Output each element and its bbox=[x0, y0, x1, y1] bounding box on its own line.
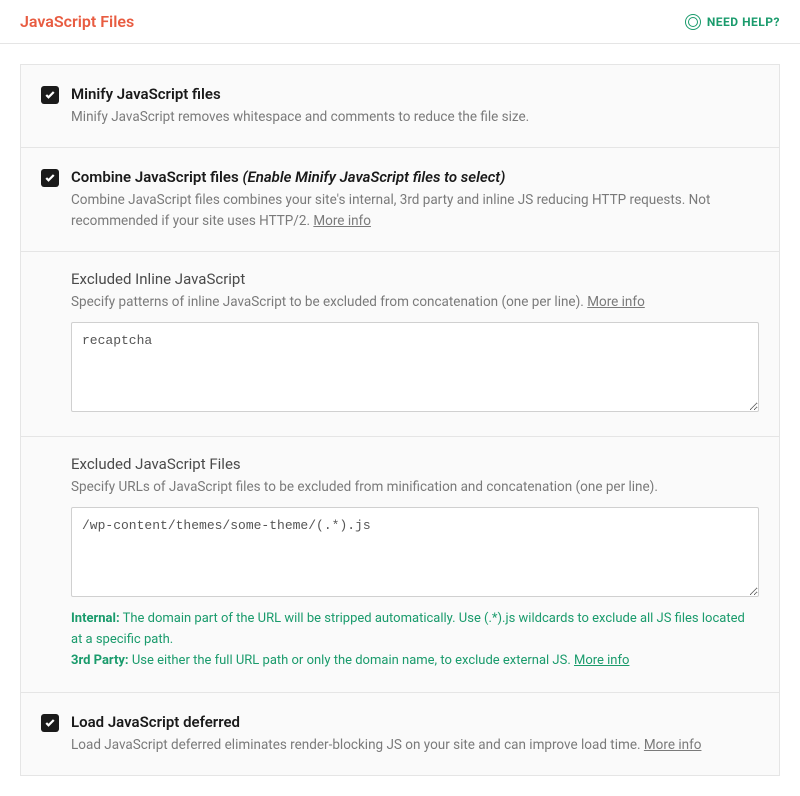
combine-hint: (Enable Minify JavaScript files to selec… bbox=[242, 168, 505, 186]
combine-title: Combine JavaScript files (Enable Minify … bbox=[71, 168, 759, 186]
combine-more-info-link[interactable]: More info bbox=[313, 213, 371, 229]
deferred-option: Load JavaScript deferred Load JavaScript… bbox=[21, 693, 779, 775]
check-icon bbox=[44, 717, 56, 729]
excluded-files-more-info-link[interactable]: More info bbox=[574, 653, 629, 668]
deferred-title: Load JavaScript deferred bbox=[71, 713, 759, 731]
combine-option: Combine JavaScript files (Enable Minify … bbox=[21, 148, 779, 252]
minify-option: Minify JavaScript files Minify JavaScrip… bbox=[21, 65, 779, 148]
minify-desc: Minify JavaScript removes whitespace and… bbox=[71, 107, 759, 127]
combine-desc: Combine JavaScript files combines your s… bbox=[71, 190, 759, 231]
page-title: JavaScript Files bbox=[20, 12, 134, 31]
minify-checkbox[interactable] bbox=[41, 86, 59, 104]
need-help-link[interactable]: NEED HELP? bbox=[685, 14, 780, 30]
excluded-inline-desc: Specify patterns of inline JavaScript to… bbox=[71, 292, 759, 312]
check-icon bbox=[44, 172, 56, 184]
combine-checkbox[interactable] bbox=[41, 169, 59, 187]
check-icon bbox=[44, 89, 56, 101]
minify-title: Minify JavaScript files bbox=[71, 85, 759, 103]
excluded-files-hint: Internal: The domain part of the URL wil… bbox=[71, 609, 759, 671]
hint-3rd-label: 3rd Party: bbox=[71, 653, 129, 668]
excluded-files-textarea[interactable] bbox=[71, 507, 759, 597]
excluded-files-title: Excluded JavaScript Files bbox=[71, 455, 759, 473]
excluded-inline-section: Excluded Inline JavaScript Specify patte… bbox=[21, 252, 779, 437]
excluded-inline-textarea[interactable] bbox=[71, 322, 759, 412]
help-icon bbox=[685, 14, 701, 30]
page-header: JavaScript Files NEED HELP? bbox=[0, 0, 800, 44]
excluded-inline-more-info-link[interactable]: More info bbox=[587, 294, 645, 310]
settings-panel: Minify JavaScript files Minify JavaScrip… bbox=[20, 64, 780, 776]
help-label: NEED HELP? bbox=[707, 15, 780, 29]
deferred-more-info-link[interactable]: More info bbox=[644, 737, 702, 753]
deferred-checkbox[interactable] bbox=[41, 714, 59, 732]
deferred-desc: Load JavaScript deferred eliminates rend… bbox=[71, 735, 759, 755]
excluded-files-section: Excluded JavaScript Files Specify URLs o… bbox=[21, 437, 779, 693]
hint-internal-label: Internal: bbox=[71, 611, 120, 626]
excluded-files-desc: Specify URLs of JavaScript files to be e… bbox=[71, 477, 759, 497]
excluded-inline-title: Excluded Inline JavaScript bbox=[71, 270, 759, 288]
